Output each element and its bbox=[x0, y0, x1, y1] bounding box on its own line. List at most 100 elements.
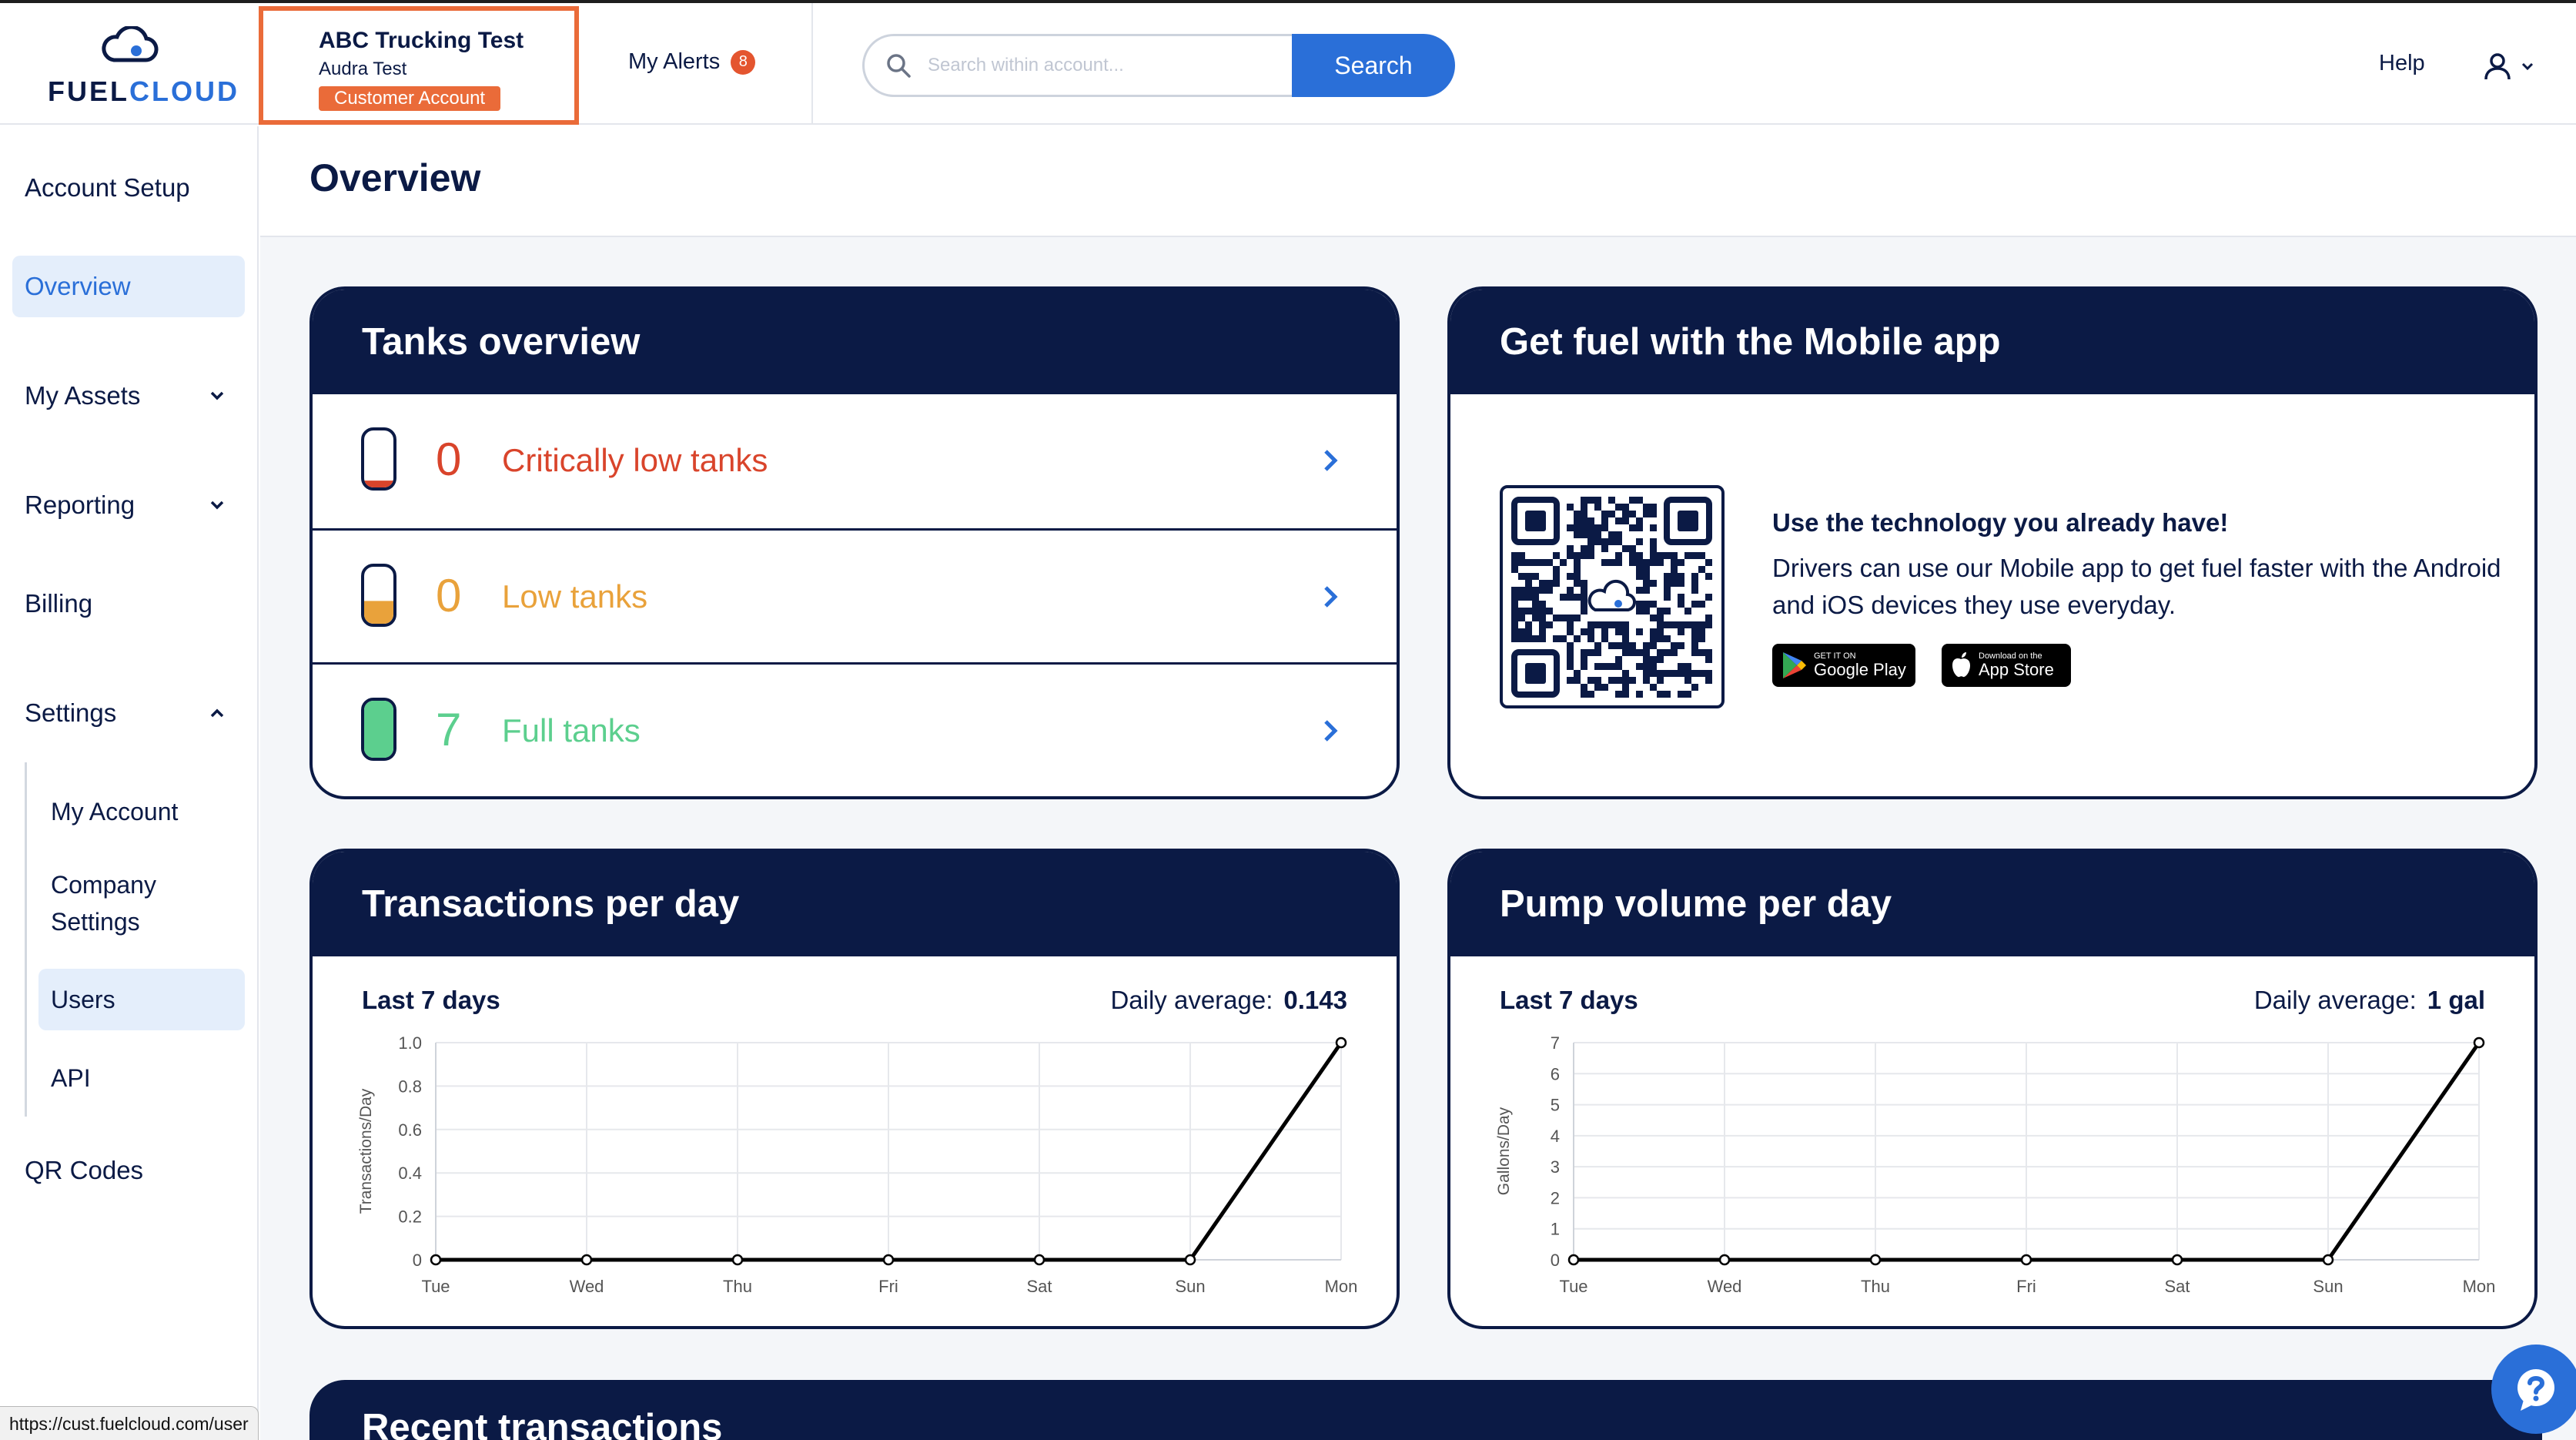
search-input[interactable] bbox=[862, 34, 1293, 97]
qr-module bbox=[1553, 615, 1560, 621]
pump-volume-line-chart: 0 1 2 3 4 5 6 7 Tue Wed Thu Fri Sat Sun Mon Gallons/Day bbox=[1495, 1033, 2495, 1296]
sidebar-item-reporting[interactable]: Reporting bbox=[12, 474, 245, 536]
sidebar-item-overview[interactable]: Overview bbox=[12, 256, 245, 317]
pump-volume-title: Pump volume per day bbox=[1450, 852, 2534, 956]
sidebar-subitem-users[interactable]: Users bbox=[38, 969, 245, 1030]
tanks-overview-card: Tanks overview 0 Critically low tanks 0 … bbox=[309, 286, 1400, 799]
qr-module bbox=[1587, 538, 1594, 545]
qr-module bbox=[1705, 677, 1712, 684]
qr-module bbox=[1581, 587, 1587, 594]
critically-low-tanks-row[interactable]: 0 Critically low tanks bbox=[313, 394, 1397, 527]
qr-module bbox=[1691, 649, 1698, 656]
sidebar-item-billing[interactable]: Billing bbox=[12, 573, 245, 635]
qr-module bbox=[1615, 621, 1622, 628]
qr-module bbox=[1601, 684, 1608, 691]
qr-module bbox=[1657, 615, 1664, 621]
qr-module bbox=[1678, 628, 1684, 635]
chart-x-tick-label: Wed bbox=[570, 1277, 604, 1296]
qr-module bbox=[1587, 621, 1594, 628]
qr-module bbox=[1705, 621, 1712, 628]
qr-module bbox=[1664, 621, 1671, 628]
qr-module bbox=[1698, 628, 1705, 635]
chart-x-tick-label: Tue bbox=[421, 1277, 450, 1296]
qr-module bbox=[1622, 677, 1629, 684]
qr-module bbox=[1657, 635, 1664, 642]
qr-module bbox=[1622, 621, 1629, 628]
sidebar-subitem-api[interactable]: API bbox=[38, 1050, 245, 1106]
qr-module bbox=[1657, 649, 1664, 656]
chart-y-tick-label: 0.4 bbox=[398, 1164, 422, 1183]
qr-module bbox=[1511, 566, 1518, 573]
qr-module bbox=[1574, 573, 1581, 580]
qr-module bbox=[1615, 559, 1622, 566]
qr-module bbox=[1678, 559, 1684, 566]
low-tanks-row[interactable]: 0 Low tanks bbox=[313, 528, 1397, 661]
sidebar-subitem-my-account[interactable]: My Account bbox=[38, 784, 245, 839]
qr-module bbox=[1581, 504, 1587, 511]
full-tanks-row[interactable]: 7 Full tanks bbox=[313, 662, 1397, 795]
qr-module bbox=[1560, 615, 1567, 621]
qr-module bbox=[1657, 656, 1664, 663]
search-button[interactable]: Search bbox=[1292, 34, 1455, 97]
qr-module bbox=[1671, 642, 1678, 649]
qr-module bbox=[1629, 524, 1636, 531]
qr-module bbox=[1629, 497, 1636, 504]
qr-module bbox=[1581, 511, 1587, 517]
qr-module bbox=[1643, 511, 1650, 517]
qr-module bbox=[1574, 615, 1581, 621]
header-divider bbox=[811, 3, 813, 125]
qr-module bbox=[1581, 545, 1587, 552]
qr-module bbox=[1539, 601, 1546, 608]
help-chat-button[interactable] bbox=[2491, 1345, 2576, 1434]
sidebar-item-account-setup[interactable]: Account Setup bbox=[12, 157, 245, 219]
qr-module bbox=[1581, 649, 1587, 656]
fuelcloud-logo[interactable]: FUELCLOUD bbox=[46, 23, 237, 108]
qr-module bbox=[1643, 573, 1650, 580]
chart-y-tick-label: 0 bbox=[1551, 1251, 1560, 1270]
qr-module bbox=[1650, 670, 1657, 677]
qr-module bbox=[1671, 649, 1678, 656]
qr-module bbox=[1684, 552, 1691, 559]
chart-y-tick-label: 0 bbox=[413, 1251, 422, 1270]
qr-module bbox=[1567, 656, 1574, 663]
qr-module bbox=[1684, 621, 1691, 628]
qr-module bbox=[1678, 601, 1684, 608]
qr-module bbox=[1546, 608, 1553, 615]
sidebar-item-settings[interactable]: Settings bbox=[12, 682, 245, 744]
full-tanks-count: 7 bbox=[436, 704, 462, 755]
qr-module bbox=[1567, 615, 1574, 621]
qr-module bbox=[1587, 677, 1594, 684]
google-play-icon bbox=[1783, 652, 1806, 678]
qr-module bbox=[1705, 670, 1712, 677]
qr-module bbox=[1511, 552, 1518, 559]
app-store-button[interactable]: Download on the App Store bbox=[1942, 644, 2071, 687]
sidebar-item-my-assets[interactable]: My Assets bbox=[12, 365, 245, 427]
qr-module bbox=[1581, 656, 1587, 663]
qr-module bbox=[1594, 649, 1601, 656]
mobile-app-title: Get fuel with the Mobile app bbox=[1450, 290, 2534, 394]
google-play-button[interactable]: GET IT ON Google Play bbox=[1772, 644, 1915, 687]
chart-y-tick-label: 0.2 bbox=[398, 1207, 422, 1227]
qr-module bbox=[1691, 580, 1698, 587]
qr-module bbox=[1636, 559, 1643, 566]
help-link[interactable]: Help bbox=[2379, 51, 2425, 76]
qr-module bbox=[1581, 628, 1587, 635]
my-alerts-link[interactable]: My Alerts 8 bbox=[628, 49, 756, 75]
sidebar-subitem-company-settings[interactable]: Company Settings bbox=[38, 861, 216, 946]
qr-module bbox=[1601, 635, 1608, 642]
qr-module bbox=[1705, 573, 1712, 580]
qr-module bbox=[1587, 497, 1594, 504]
chart-x-tick-label: Mon bbox=[1325, 1277, 1358, 1296]
qr-module bbox=[1664, 594, 1671, 601]
sidebar-item-qr-codes[interactable]: QR Codes bbox=[12, 1140, 245, 1201]
chart-y-tick-label: 1.0 bbox=[398, 1033, 422, 1053]
account-switcher[interactable]: ABC Trucking Test Audra Test Customer Ac… bbox=[259, 6, 579, 125]
qr-module bbox=[1691, 601, 1698, 608]
chart-data-point bbox=[1033, 1254, 1045, 1266]
user-menu[interactable] bbox=[2482, 49, 2544, 83]
qr-module bbox=[1601, 517, 1608, 524]
qr-module bbox=[1532, 635, 1539, 642]
qr-module bbox=[1671, 580, 1678, 587]
qr-module bbox=[1636, 517, 1643, 524]
qr-module bbox=[1705, 594, 1712, 601]
